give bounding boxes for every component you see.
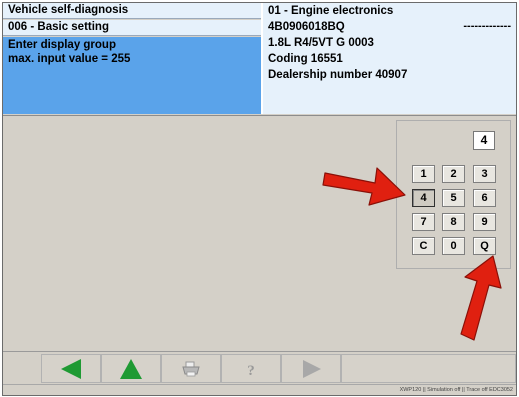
arrow-to-key-4-icon <box>322 167 406 206</box>
numeric-keypad: 4 1 2 3 4 5 6 7 8 9 C 0 Q <box>396 120 511 269</box>
help-button[interactable]: ? <box>221 354 281 383</box>
back-button[interactable] <box>41 354 101 383</box>
toolbar-empty-slot <box>341 354 516 383</box>
dealership-number: Dealership number 40907 <box>268 69 408 81</box>
arrow-to-key-q-icon <box>460 255 502 341</box>
key-clear[interactable]: C <box>412 237 435 255</box>
key-7[interactable]: 7 <box>412 213 435 231</box>
key-8[interactable]: 8 <box>442 213 465 231</box>
forward-arrow-icon <box>303 359 321 378</box>
main-area: 4 1 2 3 4 5 6 7 8 9 C 0 Q <box>3 115 516 352</box>
svg-text:?: ? <box>247 363 255 378</box>
coding-number: Coding 16551 <box>268 53 343 65</box>
prompt-line-1: Enter display group <box>8 39 116 51</box>
part-number-dashes: ------------- <box>463 20 511 32</box>
up-button[interactable] <box>101 354 161 383</box>
module-name: 01 - Engine electronics <box>268 5 394 17</box>
control-module-info: 01 - Engine electronics 4B0906018BQ 1.8L… <box>263 3 516 114</box>
status-text: XWP120 || Simulation off || Trace off ED… <box>399 387 513 393</box>
key-0[interactable]: 0 <box>442 237 465 255</box>
diagnosis-window: Vehicle self-diagnosis 006 - Basic setti… <box>2 2 517 396</box>
bottom-toolbar: ? <box>3 351 516 385</box>
keypad-display: 4 <box>473 131 495 150</box>
prompt-line-2: max. input value = 255 <box>8 53 131 65</box>
print-button[interactable] <box>161 354 221 383</box>
status-bar: XWP120 || Simulation off || Trace off ED… <box>3 384 516 395</box>
prompt-panel: Enter display group max. input value = 2… <box>3 37 261 114</box>
key-1[interactable]: 1 <box>412 165 435 183</box>
key-4[interactable]: 4 <box>412 189 435 207</box>
forward-button[interactable] <box>281 354 341 383</box>
up-arrow-icon <box>120 358 142 379</box>
key-2[interactable]: 2 <box>442 165 465 183</box>
function-subtitle: 006 - Basic setting <box>3 20 261 36</box>
function-title: Vehicle self-diagnosis <box>3 3 261 19</box>
print-icon <box>182 361 200 376</box>
header-panel: Vehicle self-diagnosis 006 - Basic setti… <box>3 3 516 114</box>
key-q[interactable]: Q <box>473 237 496 255</box>
key-9[interactable]: 9 <box>473 213 496 231</box>
key-5[interactable]: 5 <box>442 189 465 207</box>
back-arrow-icon <box>61 358 81 379</box>
key-3[interactable]: 3 <box>473 165 496 183</box>
engine-code: 1.8L R4/5VT G 0003 <box>268 37 374 49</box>
help-icon: ? <box>247 363 255 378</box>
key-6[interactable]: 6 <box>473 189 496 207</box>
